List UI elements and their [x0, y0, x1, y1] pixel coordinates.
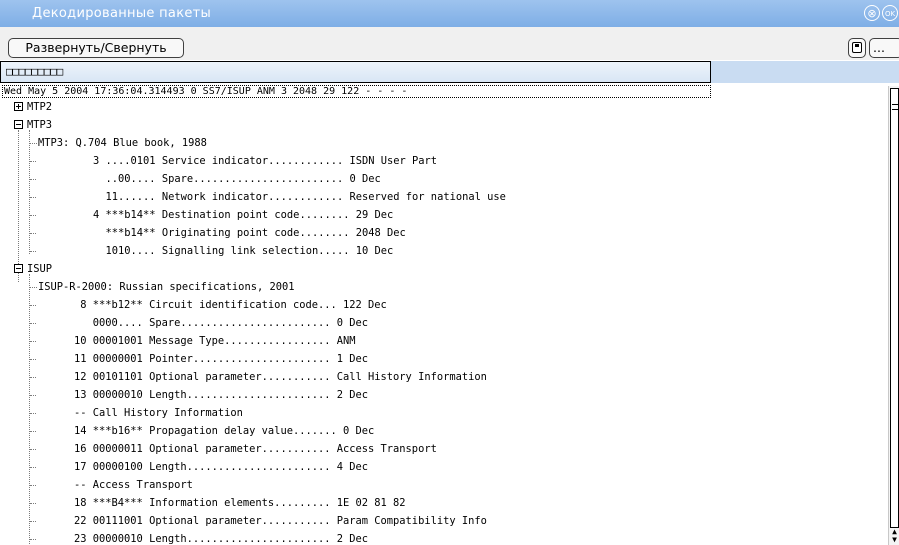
tree-connector: [30, 485, 36, 486]
tree-field-row[interactable]: 11...... Network indicator............ R…: [0, 188, 880, 206]
tree-field-row[interactable]: 4 ***b14** Destination point code.......…: [0, 206, 880, 224]
tree-item-text: ***b14** Originating point code........ …: [93, 227, 406, 239]
tree-field-row[interactable]: 10 00001001 Message Type................…: [0, 332, 880, 350]
tree-item-text: 22 00111001 Optional parameter..........…: [74, 515, 487, 527]
tree-item-text: 11 00000001 Pointer.....................…: [74, 353, 369, 365]
tree-item-text: 12 00101101 Optional parameter..........…: [74, 371, 487, 383]
tree-item-text: MTP3: Q.704 Blue book, 1988: [38, 137, 207, 149]
tree-item-text: 14 ***b16** Propagation delay value.....…: [74, 425, 375, 437]
tree-connector: [30, 377, 36, 378]
tree-connector: [30, 251, 36, 252]
tree-field-row[interactable]: 18 ***B4*** Information elements........…: [0, 494, 880, 512]
tree-item-text: 11...... Network indicator............ R…: [93, 191, 506, 203]
tree-field-row[interactable]: 8 ***b12** Circuit identification code..…: [0, 296, 880, 314]
tree-connector: [30, 395, 36, 396]
tree-item-text: 0000.... Spare........................ 0…: [74, 317, 369, 329]
tree-connector: [30, 323, 36, 324]
tree-node-label: ISUP: [27, 263, 53, 275]
tree-connector: [30, 215, 36, 216]
expand-plus-icon[interactable]: [14, 102, 23, 111]
header-placeholder: □□□□□□□□□: [6, 65, 63, 78]
tree-connector: [30, 413, 36, 414]
tree-field-row[interactable]: 13 00000010 Length......................…: [0, 386, 880, 404]
tree-field-row[interactable]: 14 ***b16** Propagation delay value.....…: [0, 422, 880, 440]
tree-item-text: ..00.... Spare........................ 0…: [93, 173, 381, 185]
tree-field-row[interactable]: 23 00000010 Length......................…: [0, 530, 880, 545]
save-button[interactable]: [848, 38, 866, 58]
tree-node-isup[interactable]: ISUP: [0, 260, 880, 278]
tree-item-text: 17 00000100 Length......................…: [74, 461, 369, 473]
tree-connector: [30, 161, 36, 162]
tree-connector: [30, 179, 36, 180]
tree-connector: [30, 503, 36, 504]
tree-field-row[interactable]: ***b14** Originating point code........ …: [0, 224, 880, 242]
tree-field-row[interactable]: 3 ....0101 Service indicator............…: [0, 152, 880, 170]
tree-connector: [30, 197, 36, 198]
tree-connector: [30, 359, 36, 360]
tree-item-text: -- Access Transport: [74, 479, 193, 491]
tree-field-row[interactable]: 1010.... Signalling link selection..... …: [0, 242, 880, 260]
title-bar: Декодированные пакеты ⊗ OK: [0, 0, 899, 27]
tree-field-row[interactable]: 11 00000001 Pointer.....................…: [0, 350, 880, 368]
tree-item-text: 1010.... Signalling link selection..... …: [93, 245, 394, 257]
tree-field-row[interactable]: ..00.... Spare........................ 0…: [0, 170, 880, 188]
tree-node-label: MTP2: [27, 101, 53, 113]
collapse-minus-icon[interactable]: [14, 120, 23, 129]
tree-item-text: 4 ***b14** Destination point code.......…: [93, 209, 394, 221]
tree-connector: [30, 287, 37, 288]
decoded-packet-tree: MTP2 MTP3 MTP3: Q.704 Blue book, 1988 3 .…: [0, 98, 888, 545]
window-title: Декодированные пакеты: [32, 6, 212, 21]
tree-field-row[interactable]: 17 00000100 Length......................…: [0, 458, 880, 476]
tree-connector: [30, 539, 36, 540]
close-icon[interactable]: ⊗: [864, 5, 880, 21]
tree-item-text: ISUP-R-2000: Russian specifications, 200…: [38, 281, 295, 293]
tree-item-text: -- Call History Information: [74, 407, 243, 419]
more-button[interactable]: ...: [869, 38, 899, 58]
tree-connector: [30, 305, 36, 306]
tree-field-row[interactable]: 16 00000011 Optional parameter..........…: [0, 440, 880, 458]
tree-field-row[interactable]: 12 00101101 Optional parameter..........…: [0, 368, 880, 386]
tree-item-text: 16 00000011 Optional parameter..........…: [74, 443, 437, 455]
tree-connector: [30, 449, 36, 450]
tree-connector: [30, 233, 36, 234]
scrollbar-thumb[interactable]: [890, 88, 899, 528]
tree-connector: [30, 467, 36, 468]
tree-item-text: 8 ***b12** Circuit identification code..…: [74, 299, 387, 311]
tree-node-label: MTP3: [27, 119, 53, 131]
tree-item-text: 3 ....0101 Service indicator............…: [93, 155, 438, 167]
tree-item-text: 23 00000010 Length......................…: [74, 533, 369, 545]
tree-item-spec[interactable]: ISUP-R-2000: Russian specifications, 200…: [0, 278, 880, 296]
packet-summary-row[interactable]: Wed May 5 2004 17:36:04.314493 0 SS7/ISU…: [2, 85, 711, 98]
tree-field-row[interactable]: 0000.... Spare........................ 0…: [0, 314, 880, 332]
tree-connector: [30, 143, 37, 144]
tree-field-row[interactable]: -- Access Transport: [0, 476, 880, 494]
floppy-disk-icon: [852, 42, 862, 53]
tree-item-spec[interactable]: MTP3: Q.704 Blue book, 1988: [0, 134, 880, 152]
tree-field-row[interactable]: 22 00111001 Optional parameter..........…: [0, 512, 880, 530]
tree-item-text: 18 ***B4*** Information elements........…: [74, 497, 406, 509]
scroll-arrows-icon[interactable]: ▲ ▼: [890, 528, 899, 544]
ok-icon[interactable]: OK: [882, 5, 898, 21]
column-header[interactable]: □□□□□□□□□: [0, 61, 711, 83]
grip-icon: [892, 104, 898, 110]
tree-node-mtp3[interactable]: MTP3: [0, 116, 880, 134]
tree-connector: [30, 431, 36, 432]
toolbar: Развернуть/Свернуть ...: [0, 27, 899, 60]
vertical-scrollbar[interactable]: ▲ ▼: [888, 86, 899, 545]
tree-field-row[interactable]: -- Call History Information: [0, 404, 880, 422]
header-filler: [711, 61, 899, 83]
tree-item-text: 13 00000010 Length......................…: [74, 389, 369, 401]
tree-node-mtp2[interactable]: MTP2: [0, 98, 880, 116]
collapse-minus-icon[interactable]: [14, 264, 23, 273]
expand-collapse-button[interactable]: Развернуть/Свернуть: [8, 38, 184, 58]
tree-item-text: 10 00001001 Message Type................…: [74, 335, 356, 347]
tree-connector: [30, 341, 36, 342]
tree-connector: [30, 521, 36, 522]
